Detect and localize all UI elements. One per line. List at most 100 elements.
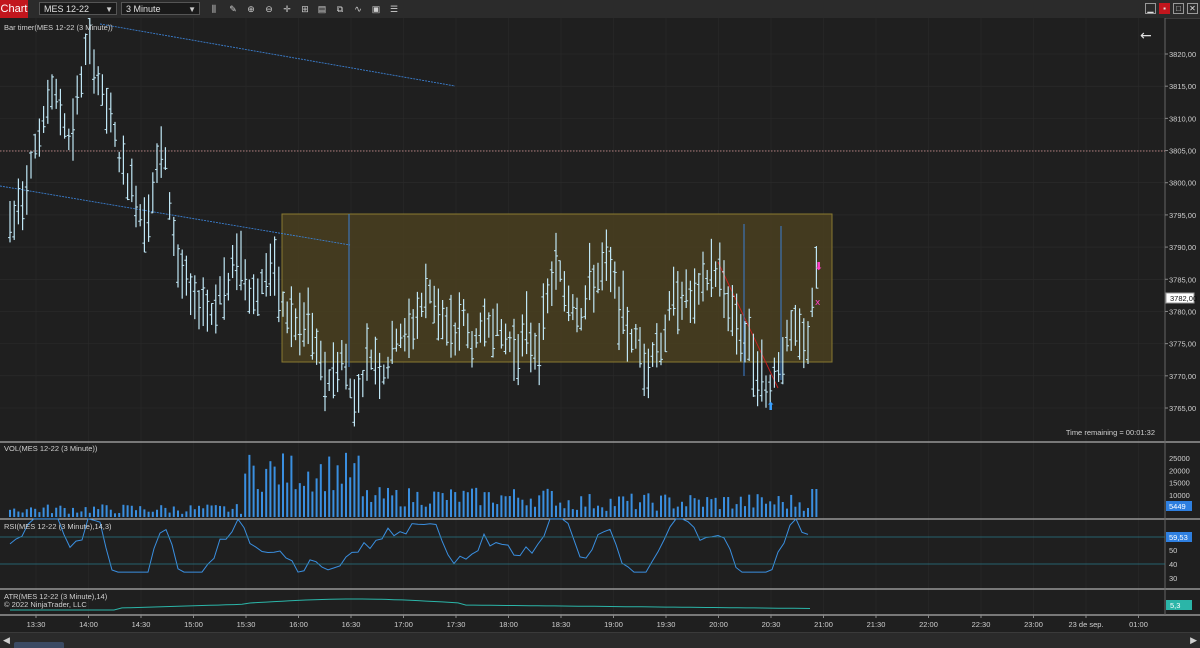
current-atr-tag: 5,3 bbox=[1166, 600, 1192, 610]
volume-bar bbox=[219, 505, 221, 517]
volume-bar bbox=[702, 506, 704, 517]
list-icon[interactable]: ☰ bbox=[388, 3, 400, 15]
volume-bar bbox=[349, 477, 352, 517]
volume-bar bbox=[492, 502, 494, 517]
time-tick-label: 01:00 bbox=[1129, 620, 1148, 629]
volume-bar bbox=[643, 494, 646, 517]
chart-tab[interactable]: Chart bbox=[0, 0, 28, 18]
instrument-select[interactable]: MES 12-22 ▼ bbox=[39, 2, 117, 15]
volume-bar bbox=[609, 498, 612, 517]
data-box-icon[interactable]: ⊞ bbox=[299, 3, 311, 15]
volume-bar bbox=[189, 505, 192, 517]
volume-bar bbox=[345, 452, 347, 517]
volume-bar bbox=[584, 506, 587, 517]
volume-bar bbox=[807, 507, 809, 517]
volume-bar bbox=[521, 499, 524, 517]
volume-bar bbox=[76, 512, 79, 517]
volume-bar bbox=[361, 496, 364, 517]
volume-bar bbox=[391, 495, 394, 517]
volume-bar bbox=[773, 504, 776, 517]
volume-bar bbox=[97, 509, 100, 517]
link-icon[interactable]: ▪ bbox=[1159, 3, 1170, 14]
volume-bar bbox=[811, 489, 814, 517]
volume-bar bbox=[781, 501, 784, 517]
current-volume-tag: 5449 bbox=[1166, 501, 1192, 511]
crosshair-icon[interactable]: ✛ bbox=[281, 3, 293, 15]
minimize-icon[interactable]: ▁ bbox=[1145, 3, 1156, 14]
volume-bar bbox=[319, 464, 322, 517]
volume-tick-label: 20000 bbox=[1169, 466, 1190, 475]
volume-bar bbox=[261, 491, 263, 517]
bars-icon[interactable]: ⫼ bbox=[208, 3, 220, 15]
volume-bar bbox=[550, 490, 553, 517]
volume-bar bbox=[118, 512, 121, 517]
volume-bar bbox=[130, 505, 133, 517]
volume-axis[interactable]: 25000 20000 15000 10000 bbox=[1169, 454, 1190, 500]
maximize-icon[interactable]: □ bbox=[1173, 3, 1184, 14]
volume-bar bbox=[794, 506, 797, 517]
time-axis[interactable]: 13:30 14:00 14:30 15:00 15:30 16:00 16:30 17:00… bbox=[27, 615, 1148, 629]
volume-bar bbox=[282, 453, 284, 517]
volume-bar bbox=[798, 502, 801, 517]
volume-bar bbox=[387, 487, 389, 517]
price-panel-label: Bar timer(MES 12-22 (3 Minute)) bbox=[4, 23, 113, 32]
volume-bar bbox=[592, 508, 595, 517]
volume-bar bbox=[412, 502, 415, 517]
volume-bar bbox=[433, 491, 436, 517]
volume-bar bbox=[156, 509, 158, 517]
chart-style-icon[interactable]: ▤ bbox=[316, 3, 328, 15]
volume-bar bbox=[735, 504, 738, 517]
interval-select[interactable]: 3 Minute ▼ bbox=[121, 2, 200, 15]
instrument-tab[interactable] bbox=[14, 642, 64, 648]
volume-bar bbox=[756, 494, 759, 517]
pencil-icon[interactable]: ✎ bbox=[227, 3, 239, 15]
rsi-panel-label: RSI(MES 12-22 (3 Minute),14,3) bbox=[4, 522, 112, 531]
time-tick-label: 15:30 bbox=[237, 620, 256, 629]
rsi-tick-label: 30 bbox=[1169, 574, 1177, 583]
rsi-axis[interactable]: 50 40 30 bbox=[1169, 546, 1177, 583]
chevron-down-icon: ▼ bbox=[105, 5, 113, 14]
zoom-in-icon[interactable]: ⊕ bbox=[245, 3, 257, 15]
time-tick-label: 16:30 bbox=[342, 620, 361, 629]
volume-bar bbox=[328, 456, 331, 517]
chart-area[interactable]: ⬇ x ⬆ Bar timer(MES 12-22 (3 Minute)) VO… bbox=[0, 18, 1200, 632]
close-icon[interactable]: ✕ bbox=[1187, 3, 1198, 14]
volume-bar bbox=[559, 502, 562, 517]
back-arrow-icon[interactable]: ← bbox=[1140, 28, 1152, 44]
volume-bar bbox=[580, 496, 583, 517]
volume-bar bbox=[416, 491, 419, 517]
buy-signal-arrow-icon: ⬆ bbox=[766, 400, 775, 413]
draw-icon[interactable]: ⧉ bbox=[334, 3, 346, 15]
scroll-left-icon[interactable]: ◀ bbox=[3, 635, 10, 646]
volume-bar bbox=[206, 504, 209, 517]
volume-bar bbox=[235, 504, 238, 517]
current-price-tag: 3782,00 bbox=[1165, 292, 1197, 304]
volume-bar bbox=[269, 461, 272, 517]
properties-icon[interactable]: ▣ bbox=[370, 3, 382, 15]
volume-bar bbox=[689, 495, 692, 517]
current-price-value: 3782,00 bbox=[1170, 294, 1197, 303]
volume-bar bbox=[437, 491, 440, 517]
volume-bar bbox=[311, 491, 314, 517]
time-tick-label: 20:00 bbox=[709, 620, 728, 629]
volume-bar bbox=[660, 495, 662, 517]
time-tick-label: 20:30 bbox=[762, 620, 781, 629]
line-draw-icon[interactable]: ∿ bbox=[352, 3, 364, 15]
volume-bar bbox=[340, 483, 343, 517]
volume-bar bbox=[676, 506, 679, 517]
zoom-out-icon[interactable]: ⊖ bbox=[263, 3, 275, 15]
volume-bar bbox=[315, 478, 318, 517]
volume-bar bbox=[17, 511, 20, 517]
volume-bar bbox=[760, 497, 763, 517]
volume-bar bbox=[214, 505, 217, 517]
volume-bar bbox=[273, 466, 276, 517]
volume-bar bbox=[601, 507, 604, 517]
volume-bar bbox=[471, 488, 473, 517]
volume-bar bbox=[714, 497, 717, 517]
current-rsi-tag: 59,53 bbox=[1166, 532, 1192, 542]
volume-bar bbox=[160, 505, 163, 517]
price-axis[interactable]: 3820,00 3815,00 3810,00 3805,00 3800,00 3795,… bbox=[1165, 50, 1196, 413]
scroll-right-icon[interactable]: ▶ bbox=[1190, 635, 1197, 646]
rsi-tick-label: 40 bbox=[1169, 560, 1177, 569]
time-tick-label: 23:00 bbox=[1024, 620, 1043, 629]
